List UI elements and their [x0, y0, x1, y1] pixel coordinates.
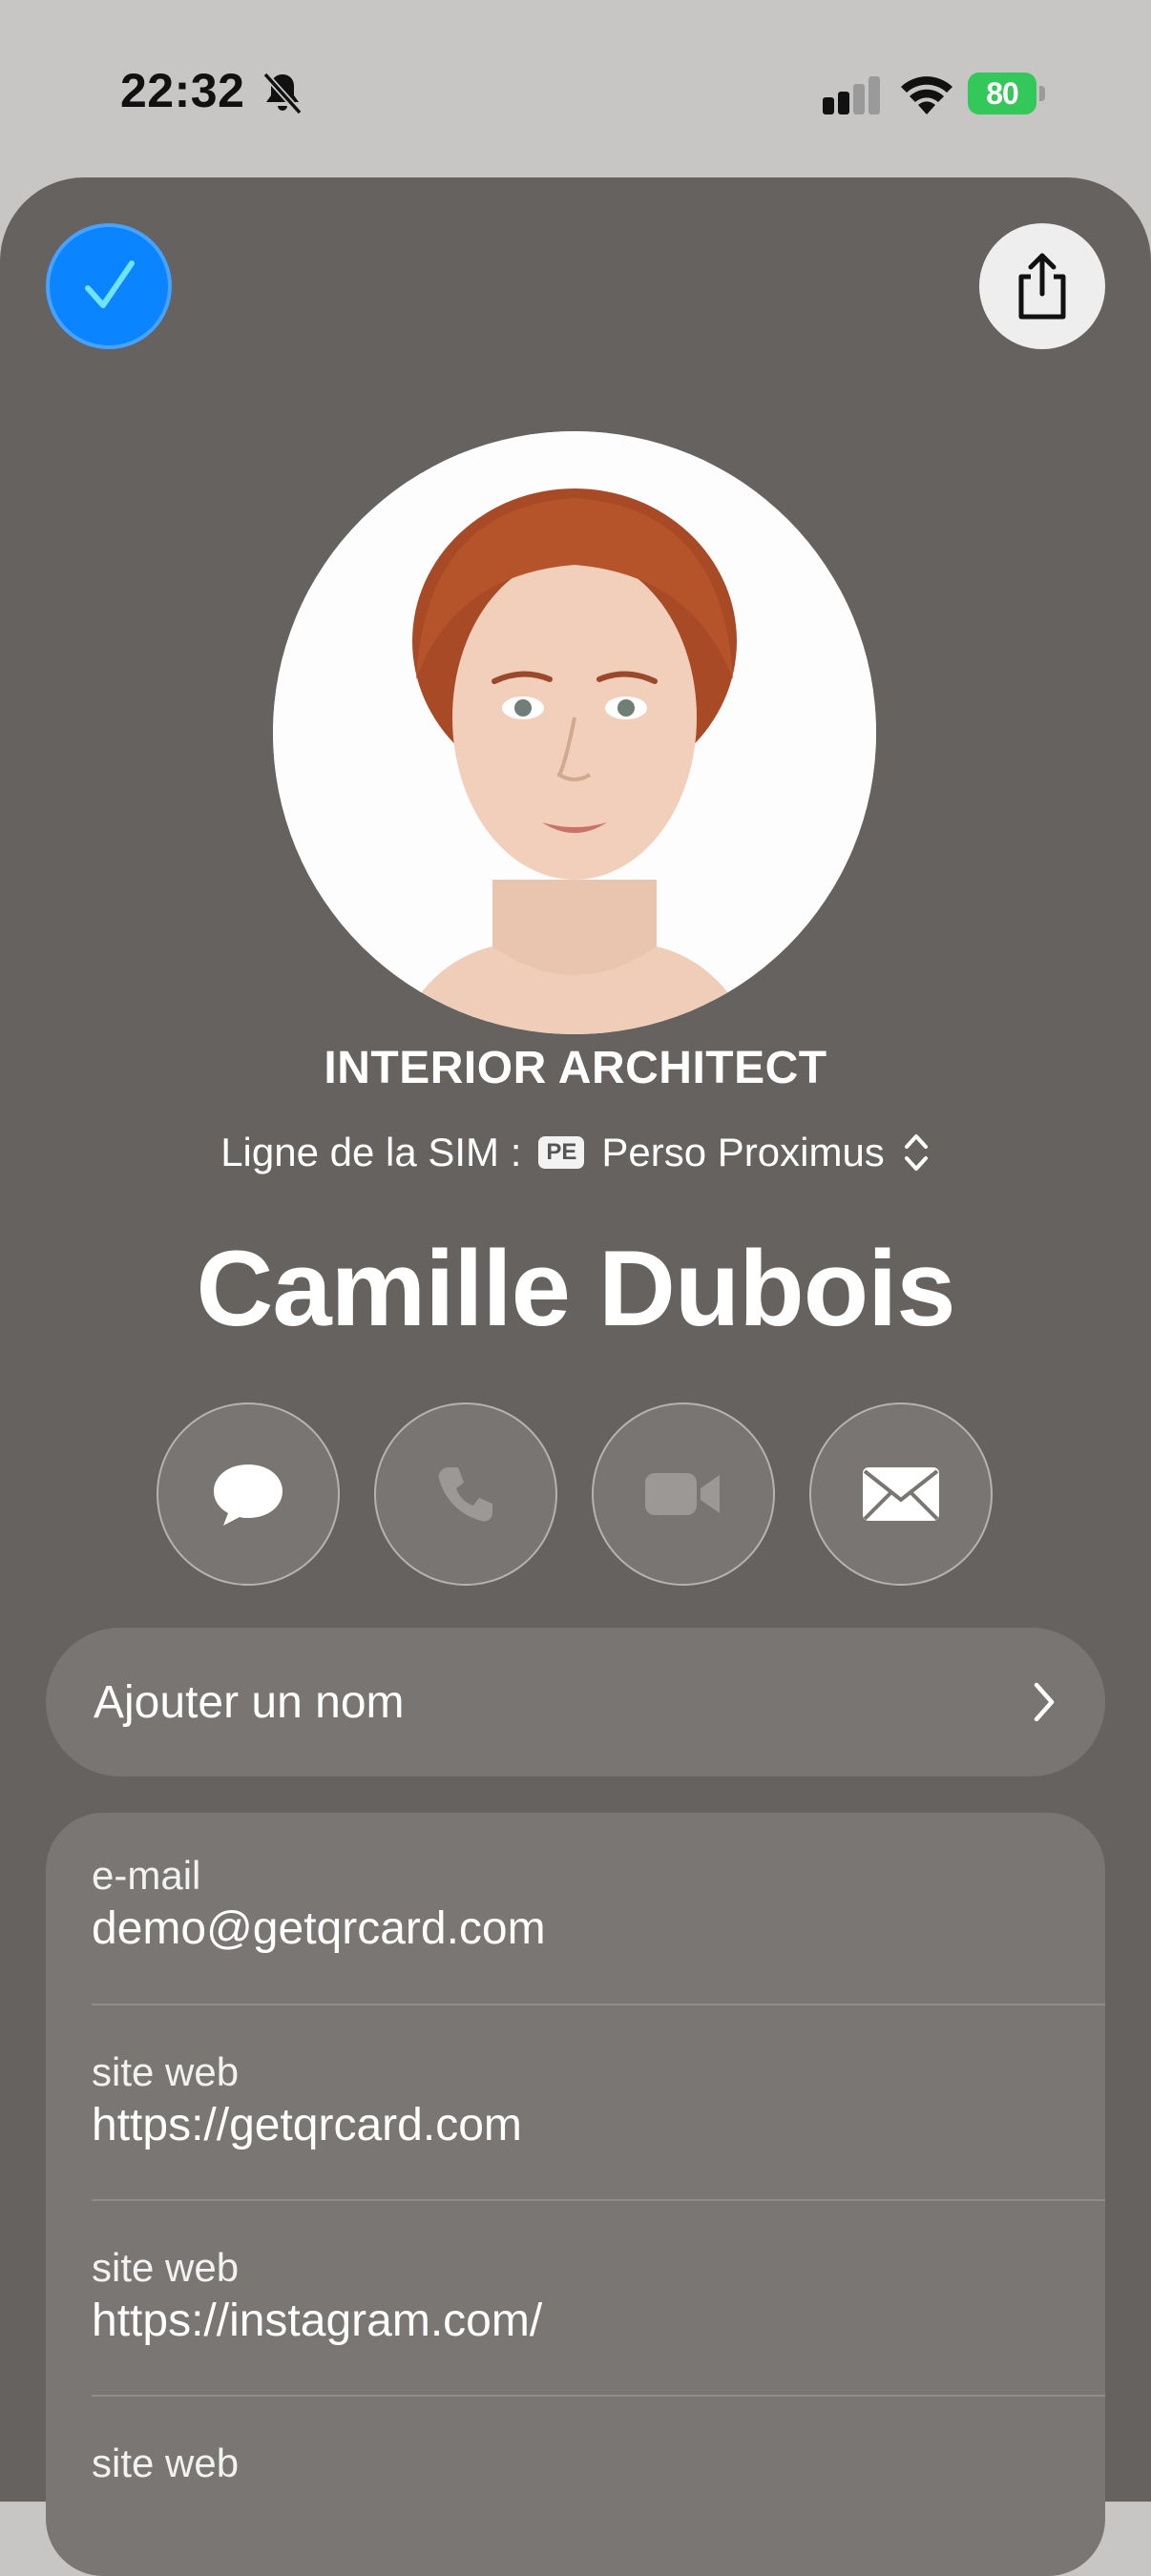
cellular-signal-icon — [823, 76, 880, 114]
wifi-icon — [901, 76, 952, 114]
chevron-right-icon — [1034, 1682, 1055, 1722]
divider — [92, 2395, 1105, 2397]
phone-icon — [438, 1467, 492, 1522]
silent-bell-icon — [262, 72, 303, 115]
divider — [92, 2199, 1105, 2201]
contact-name: Camille Dubois — [196, 1229, 955, 1348]
status-time: 22:32 — [120, 64, 245, 117]
done-button[interactable] — [46, 223, 172, 349]
field-label: site web — [92, 2441, 240, 2485]
chevron-up-down-icon — [904, 1134, 928, 1171]
field-label: e-mail — [92, 1853, 201, 1898]
share-button[interactable] — [979, 223, 1105, 349]
field-label: site web — [92, 2049, 240, 2094]
battery-cap — [1039, 86, 1045, 101]
mail-icon — [863, 1467, 939, 1521]
email-field[interactable]: e-mail demo@getqrcard.com — [92, 1853, 1059, 1955]
website-field[interactable]: site web https://getqrcard.com — [92, 2049, 1059, 2151]
website-field[interactable]: site web https://instagram.com/ — [92, 2245, 1059, 2347]
sim-badge: PE — [538, 1136, 585, 1169]
field-value[interactable]: https://getqrcard.com — [92, 2099, 1059, 2151]
contact-sheet: INTERIOR ARCHITECT Ligne de la SIM : PE … — [0, 177, 1151, 2576]
divider — [92, 2004, 1105, 2005]
battery-level: 80 — [968, 73, 1036, 114]
add-name-row[interactable]: Ajouter un nom — [46, 1628, 1105, 1776]
add-name-label: Ajouter un nom — [94, 1676, 405, 1728]
field-label: site web — [92, 2245, 240, 2290]
mail-button[interactable] — [809, 1402, 993, 1586]
battery-indicator: 80 — [968, 73, 1048, 114]
quick-actions — [157, 1402, 994, 1586]
video-call-button[interactable] — [592, 1402, 775, 1586]
field-value[interactable]: https://instagram.com/ — [92, 2295, 1059, 2347]
video-icon — [645, 1473, 720, 1515]
checkmark-icon — [85, 260, 135, 308]
portrait-image — [273, 431, 876, 1034]
field-value[interactable]: demo@getqrcard.com — [92, 1902, 1059, 1955]
call-button[interactable] — [374, 1402, 557, 1586]
contact-info-card: e-mail demo@getqrcard.com site web https… — [46, 1813, 1105, 2576]
job-title: INTERIOR ARCHITECT — [324, 1043, 827, 1093]
website-field[interactable]: site web — [92, 2441, 1059, 2490]
sim-label: Ligne de la SIM : — [220, 1130, 522, 1174]
status-bar: 22:32 80 — [0, 0, 1151, 177]
sim-value: Perso Proximus — [601, 1130, 885, 1174]
sim-line-selector[interactable]: Ligne de la SIM : PE Perso Proximus — [0, 1130, 1151, 1175]
share-icon — [1018, 253, 1066, 320]
contact-photo — [273, 431, 876, 1034]
message-icon — [214, 1465, 283, 1526]
message-button[interactable] — [157, 1402, 340, 1586]
